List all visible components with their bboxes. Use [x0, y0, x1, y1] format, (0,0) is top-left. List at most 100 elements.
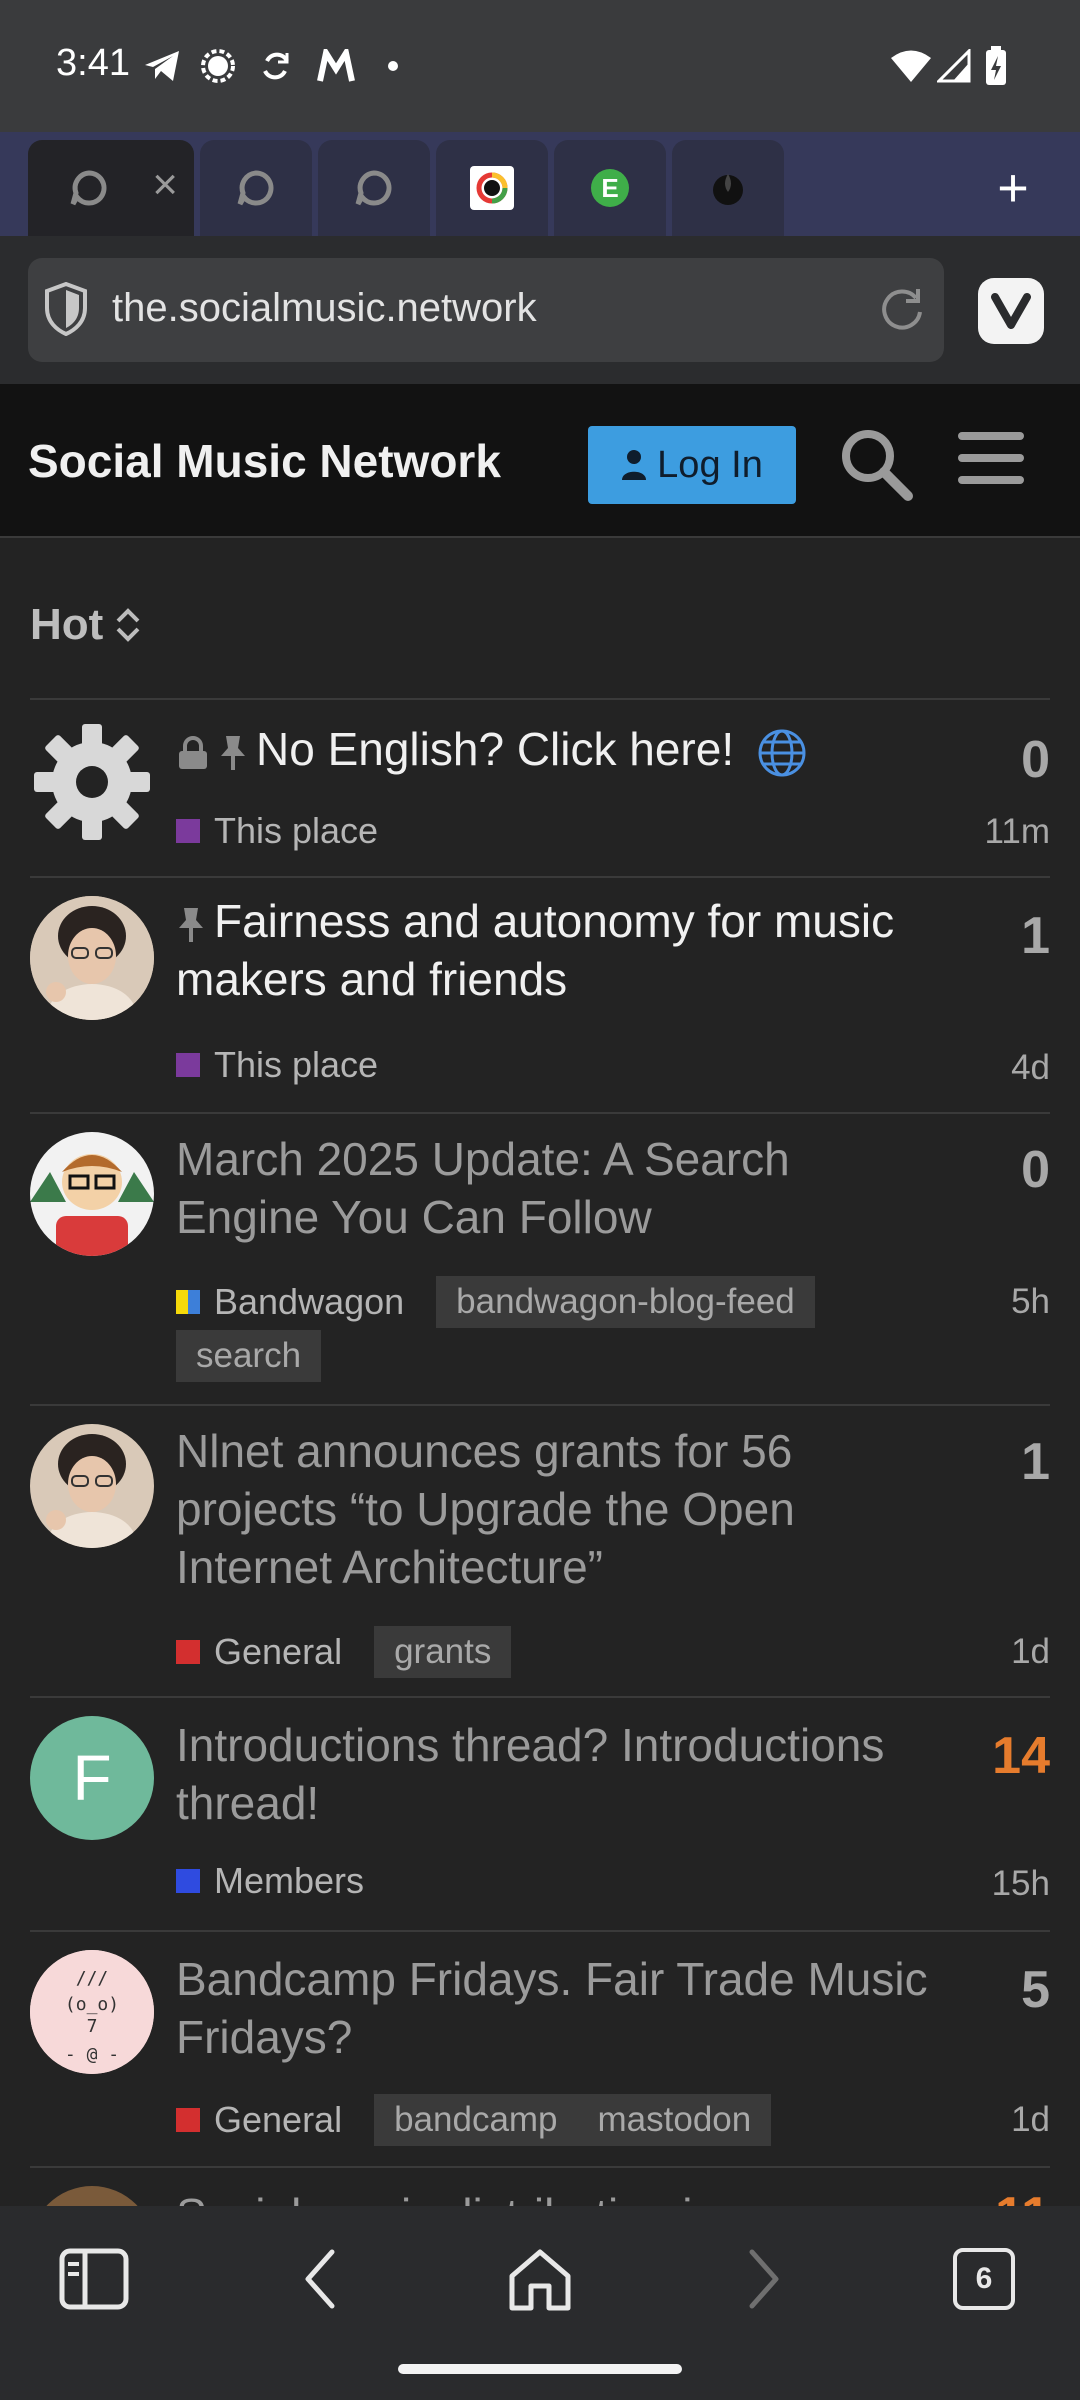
url-text[interactable]: the.socialmusic.network	[112, 286, 537, 331]
topic-age[interactable]: 1d	[1011, 1632, 1050, 1672]
svg-text:7: 7	[87, 2016, 98, 2037]
discourse-icon	[352, 166, 396, 210]
category-color	[176, 1869, 200, 1893]
category-color	[176, 1290, 200, 1314]
battery-charging-icon	[982, 46, 1010, 86]
wifi-icon	[888, 46, 934, 86]
mastodon-icon	[312, 46, 360, 86]
svg-text:///: ///	[76, 1968, 109, 1989]
back-icon[interactable]	[270, 2236, 370, 2322]
svg-text:E: E	[601, 173, 618, 203]
category-badge[interactable]: General bandcamp mastodon	[176, 2094, 772, 2146]
topic-title-text: No English? Click here!	[256, 723, 735, 775]
tab-count: 6	[953, 2248, 1015, 2310]
divider	[30, 1112, 1050, 1114]
tag[interactable]: bandwagon-blog-feed	[436, 1276, 815, 1328]
tab-2[interactable]	[200, 140, 312, 236]
shield-icon[interactable]	[44, 281, 88, 337]
search-icon[interactable]	[836, 424, 916, 504]
topic-title[interactable]: Fairness and autonomy for music makers a…	[176, 892, 936, 1008]
category-badge[interactable]: Bandwagon bandwagon-blog-feed	[176, 1276, 815, 1328]
sort-dropdown[interactable]: Hot	[30, 600, 143, 650]
tab-close-icon[interactable]: ×	[152, 160, 178, 210]
topic-title[interactable]: March 2025 Update: A Search Engine You C…	[176, 1130, 936, 1246]
category-badge[interactable]: Members	[176, 1860, 364, 1902]
category-badge[interactable]: This place	[176, 1044, 378, 1086]
topic-age[interactable]: 4d	[1011, 1048, 1050, 1088]
tag[interactable]: mastodon	[578, 2094, 772, 2146]
tag[interactable]: grants	[374, 1626, 512, 1678]
category-name: This place	[214, 1044, 379, 1085]
avatar[interactable]	[30, 1424, 154, 1548]
sort-label: Hot	[30, 600, 104, 649]
status-time: 3:41	[56, 42, 130, 84]
topic-title[interactable]: Introductions thread? Introductions thre…	[176, 1716, 936, 1832]
topic-title[interactable]: Bandcamp Fridays. Fair Trade Music Frida…	[176, 1950, 936, 2066]
tab-4[interactable]	[436, 140, 548, 236]
pin-icon	[179, 907, 203, 942]
topic-title-text: Fairness and autonomy for music makers a…	[176, 895, 895, 1005]
tab-6[interactable]	[672, 140, 784, 236]
category-color	[176, 1053, 200, 1077]
dot-icon	[378, 46, 408, 86]
panel-icon[interactable]	[44, 2236, 144, 2322]
divider	[30, 876, 1050, 878]
topic-age[interactable]: 11m	[985, 812, 1051, 852]
vivaldi-menu-icon[interactable]	[978, 278, 1044, 344]
divider	[30, 1696, 1050, 1698]
home-indicator[interactable]	[398, 2364, 682, 2374]
category-name: This place	[214, 810, 379, 851]
topic-age[interactable]: 5h	[1011, 1282, 1050, 1322]
hamburger-menu-icon[interactable]	[956, 426, 1036, 506]
svg-text:(o_o): (o_o)	[65, 1994, 119, 2015]
sync-icon	[254, 46, 298, 86]
svg-text:- @ -: - @ -	[65, 2044, 119, 2065]
category-name: Members	[214, 1860, 365, 1901]
color-dot-icon	[470, 166, 514, 210]
category-badge[interactable]: General grants	[176, 1626, 512, 1678]
reload-icon[interactable]	[876, 284, 928, 336]
topic-title[interactable]: No English? Click here!	[176, 720, 936, 778]
tag[interactable]: search	[176, 1330, 322, 1382]
tag-row: search	[176, 1330, 322, 1382]
tab-switcher-icon[interactable]: 6	[934, 2236, 1034, 2322]
cell-signal-icon	[934, 46, 974, 86]
topic-title[interactable]: Nlnet announces grants for 56 projects “…	[176, 1422, 936, 1596]
avatar[interactable]: /// (o_o) 7 - @ -	[30, 1950, 154, 2074]
lock-icon	[179, 735, 207, 769]
chevron-up-down-icon	[116, 608, 140, 642]
avatar[interactable]	[30, 1132, 154, 1256]
gear-icon[interactable]	[30, 720, 154, 844]
topic-age[interactable]: 1d	[1011, 2100, 1050, 2140]
reply-count[interactable]: 0	[1021, 1140, 1050, 1200]
reply-count[interactable]: 1	[1021, 906, 1050, 966]
tab-1[interactable]: ×	[28, 140, 194, 236]
new-tab-button[interactable]: +	[958, 146, 1068, 230]
tag[interactable]: bandcamp	[374, 2094, 577, 2146]
signal-icon	[196, 46, 240, 86]
site-title[interactable]: Social Music Network	[28, 434, 501, 488]
tab-3[interactable]	[318, 140, 430, 236]
category-badge[interactable]: This place	[176, 810, 378, 852]
forward-icon[interactable]	[714, 2236, 814, 2322]
home-icon[interactable]	[490, 2236, 590, 2322]
reply-count[interactable]: 5	[1021, 1960, 1050, 2020]
category-color	[176, 1640, 200, 1664]
reply-count[interactable]: 0	[1021, 730, 1050, 790]
divider	[30, 698, 1050, 700]
reply-count[interactable]: 1	[1021, 1432, 1050, 1492]
category-name: Bandwagon	[214, 1281, 405, 1322]
topic-age[interactable]: 15h	[992, 1864, 1050, 1904]
pin-icon	[221, 735, 245, 770]
tag-group: bandcamp mastodon	[374, 2094, 772, 2146]
discourse-icon	[234, 166, 278, 210]
avatar[interactable]	[30, 896, 154, 1020]
login-label: Log In	[657, 443, 763, 486]
login-button[interactable]: Log In	[588, 426, 796, 504]
reply-count[interactable]: 14	[992, 1726, 1050, 1786]
tab-5[interactable]: E	[554, 140, 666, 236]
divider	[30, 1930, 1050, 1932]
user-icon	[622, 450, 647, 480]
dark-logo-icon	[706, 166, 750, 210]
avatar[interactable]: F	[30, 1716, 154, 1840]
